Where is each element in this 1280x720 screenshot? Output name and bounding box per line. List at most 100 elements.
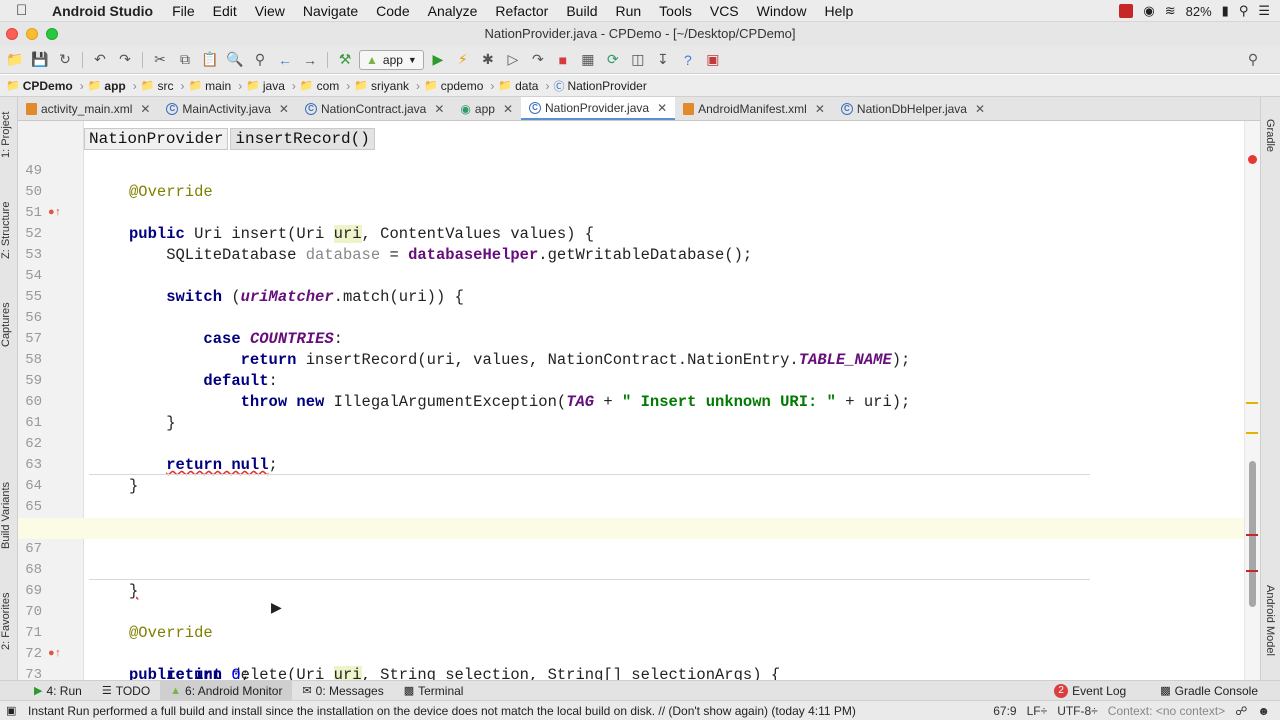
status-message[interactable]: Instant Run performed a full build and i… — [28, 704, 856, 718]
tool-tab-captures[interactable]: Captures — [0, 295, 18, 355]
breadcrumb-app[interactable]: 📁 app › — [88, 79, 141, 93]
menu-run[interactable]: Run — [606, 3, 650, 19]
line-separator[interactable]: LF÷ — [1027, 704, 1048, 718]
apple-icon[interactable]:  — [16, 2, 38, 19]
breadcrumb-src[interactable]: 📁 src › — [141, 79, 189, 93]
tab-androidmanifest-xml[interactable]: AndroidManifest.xml ✕ — [675, 97, 833, 120]
breadcrumb-main[interactable]: 📁 main › — [188, 79, 246, 93]
spotlight-search-icon[interactable]: ⚲ — [1239, 3, 1249, 19]
breadcrumb-data[interactable]: 📁 data › — [498, 79, 553, 93]
avd-manager-icon[interactable]: ▦ — [577, 49, 599, 71]
close-icon[interactable]: ✕ — [434, 102, 444, 116]
tab-mainactivity-java[interactable]: C MainActivity.java ✕ — [158, 97, 297, 120]
battery-icon[interactable]: ▮ — [1222, 3, 1229, 19]
caret-position[interactable]: 67:9 — [993, 704, 1016, 718]
stop-icon[interactable]: ■ — [552, 49, 574, 71]
file-encoding[interactable]: UTF-8÷ — [1057, 704, 1098, 718]
open-folder-icon[interactable]: 📁 — [4, 49, 26, 71]
replace-icon[interactable]: ⚲ — [249, 49, 271, 71]
tab-app-gradle[interactable]: ◉ app ✕ — [452, 97, 521, 120]
menu-view[interactable]: View — [246, 3, 294, 19]
menu-help[interactable]: Help — [815, 3, 862, 19]
warning-marker[interactable] — [1246, 402, 1258, 404]
close-icon[interactable]: ✕ — [503, 102, 513, 116]
tool-messages[interactable]: ✉ 0: Messages — [292, 681, 393, 701]
menu-vcs[interactable]: VCS — [701, 3, 748, 19]
cut-icon[interactable]: ✂ — [149, 49, 171, 71]
minimize-window-icon[interactable] — [26, 28, 38, 40]
app-menu[interactable]: Android Studio — [52, 3, 153, 19]
menu-edit[interactable]: Edit — [204, 3, 246, 19]
apply-changes-icon[interactable]: ⚡ — [452, 49, 474, 71]
status-toggle-icon[interactable]: ▣ — [6, 704, 16, 717]
tool-gradle-console[interactable]: ▩ Gradle Console — [1150, 681, 1268, 701]
zoom-window-icon[interactable] — [46, 28, 58, 40]
close-icon[interactable]: ✕ — [279, 102, 289, 116]
tab-nationprovider-java[interactable]: C NationProvider.java ✕ — [521, 97, 676, 120]
error-indicator-icon[interactable] — [1248, 155, 1257, 164]
error-marker[interactable] — [1246, 534, 1258, 536]
make-project-icon[interactable]: ⚒ — [334, 49, 356, 71]
save-all-icon[interactable]: 💾 — [29, 49, 51, 71]
tool-tab-build-variants[interactable]: Build Variants — [0, 475, 18, 555]
profile-icon[interactable]: ▷ — [502, 49, 524, 71]
close-icon[interactable]: ✕ — [140, 102, 150, 116]
tab-activity-main-xml[interactable]: activity_main.xml ✕ — [18, 97, 158, 120]
code-breadcrumb-method[interactable]: insertRecord() — [230, 128, 375, 150]
run-config-select[interactable]: ▲ app ▼ — [359, 49, 424, 70]
code-breadcrumb-class[interactable]: NationProvider — [84, 128, 229, 150]
forward-icon[interactable]: → — [299, 49, 321, 71]
tool-event-log[interactable]: 2 Event Log — [1044, 681, 1136, 701]
lock-icon[interactable]: ☍ — [1235, 704, 1247, 718]
context-indicator[interactable]: Context: <no context> — [1108, 704, 1225, 718]
menu-code[interactable]: Code — [367, 3, 418, 19]
menu-window[interactable]: Window — [748, 3, 816, 19]
tool-tab-structure[interactable]: Z: Structure — [0, 195, 18, 265]
tool-terminal[interactable]: ▩ Terminal — [394, 681, 474, 701]
menu-refactor[interactable]: Refactor — [486, 3, 557, 19]
error-marker[interactable] — [1246, 570, 1258, 572]
tool-android-monitor[interactable]: ▲ 6: Android Monitor — [160, 680, 293, 701]
project-structure-icon[interactable]: ◫ — [627, 49, 649, 71]
breadcrumb-nationprovider[interactable]: Ⓒ NationProvider — [553, 78, 650, 94]
close-window-icon[interactable] — [6, 28, 18, 40]
tool-tab-favorites[interactable]: 2: Favorites — [0, 585, 18, 657]
notification-center-icon[interactable]: ☰ — [1258, 3, 1270, 19]
close-icon[interactable]: ✕ — [815, 102, 825, 116]
breadcrumb-java[interactable]: 📁 java › — [246, 79, 300, 93]
undo-icon[interactable]: ↶ — [89, 49, 111, 71]
tool-tab-android-model[interactable]: Android Model — [1264, 585, 1276, 656]
warning-marker[interactable] — [1246, 432, 1258, 434]
breadcrumb-com[interactable]: 📁 com › — [300, 79, 354, 93]
tab-nationcontract-java[interactable]: C NationContract.java ✕ — [297, 97, 452, 120]
tab-nationdbhelper-java[interactable]: C NationDbHelper.java ✕ — [833, 97, 993, 120]
close-icon[interactable]: ✕ — [975, 102, 985, 116]
redo-icon[interactable]: ↷ — [114, 49, 136, 71]
run-icon[interactable]: ▶ — [427, 49, 449, 71]
android-device-monitor-icon[interactable]: ▣ — [702, 49, 724, 71]
code-editor[interactable]: NationProvider insertRecord() 49 @Overri… — [18, 121, 1244, 680]
menu-file[interactable]: File — [163, 3, 204, 19]
menu-analyze[interactable]: Analyze — [419, 3, 487, 19]
sync-icon[interactable]: ◉ — [1143, 3, 1154, 19]
tool-run[interactable]: ▶ 4: Run — [24, 681, 92, 701]
menu-navigate[interactable]: Navigate — [294, 3, 367, 19]
debug-icon[interactable]: ✱ — [477, 49, 499, 71]
tool-tab-project[interactable]: 1: Project — [0, 105, 18, 165]
paste-icon[interactable]: 📋 — [199, 49, 221, 71]
synchronize-icon[interactable]: ↻ — [54, 49, 76, 71]
record-indicator-icon[interactable] — [1119, 4, 1134, 18]
back-icon[interactable]: ← — [274, 49, 296, 71]
tool-todo[interactable]: ☰ TODO — [92, 681, 160, 701]
wifi-icon[interactable]: ≋ — [1165, 3, 1176, 19]
hector-icon[interactable]: ☻ — [1257, 704, 1270, 718]
breadcrumb-cpdemo[interactable]: 📁 cpdemo › — [424, 79, 498, 93]
attach-debugger-icon[interactable]: ↷ — [527, 49, 549, 71]
sdk-manager-icon[interactable]: ↧ — [652, 49, 674, 71]
find-icon[interactable]: 🔍 — [224, 49, 246, 71]
close-icon[interactable]: ✕ — [657, 101, 667, 115]
menu-build[interactable]: Build — [557, 3, 606, 19]
help-icon[interactable]: ? — [677, 49, 699, 71]
tool-tab-gradle[interactable]: Gradle — [1264, 119, 1276, 152]
breadcrumb-sriyank[interactable]: 📁 sriyank › — [354, 79, 424, 93]
